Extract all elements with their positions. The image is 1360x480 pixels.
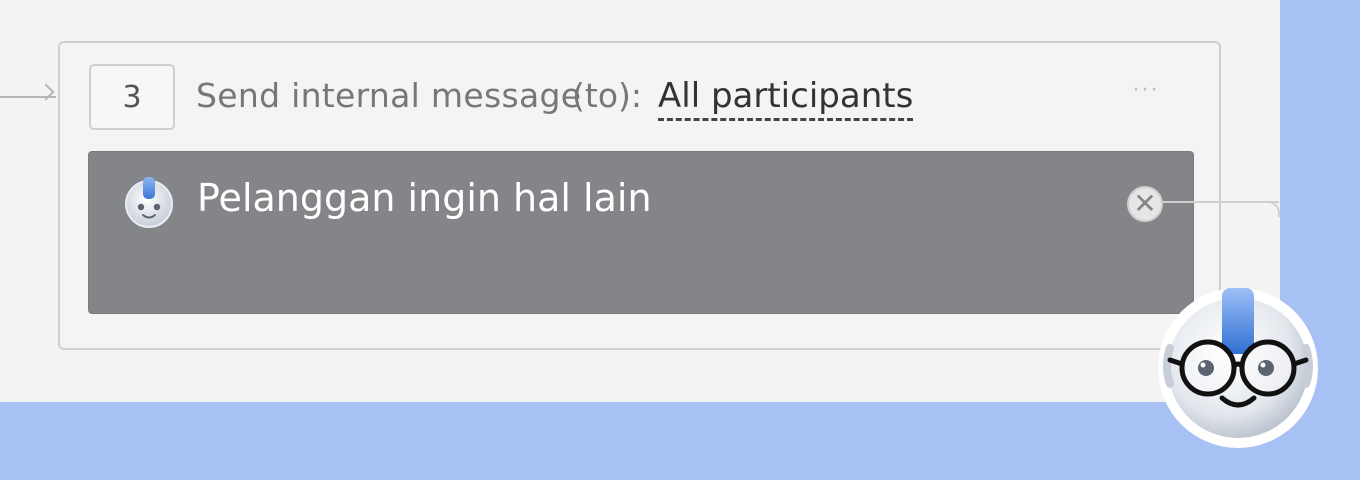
recipient-selector[interactable]: All participants [658, 74, 914, 121]
message-text[interactable]: Pelanggan ingin hal lain [197, 176, 652, 220]
step-to-label: (to): [572, 76, 642, 115]
step-title: Send internal message [196, 76, 582, 115]
outgoing-connector-line [1163, 201, 1279, 203]
more-options-icon[interactable]: ··· [1128, 78, 1164, 103]
robot-mascot-icon [1158, 288, 1318, 448]
remove-message-button[interactable]: ✕ [1127, 186, 1163, 222]
message-block[interactable]: Pelanggan ingin hal lain ✕ [88, 151, 1194, 314]
flow-canvas: 3 Send internal message (to): All partic… [0, 0, 1360, 480]
step-card[interactable]: 3 Send internal message (to): All partic… [58, 41, 1221, 350]
step-number: 3 [89, 64, 175, 130]
robot-avatar-icon [125, 177, 173, 228]
